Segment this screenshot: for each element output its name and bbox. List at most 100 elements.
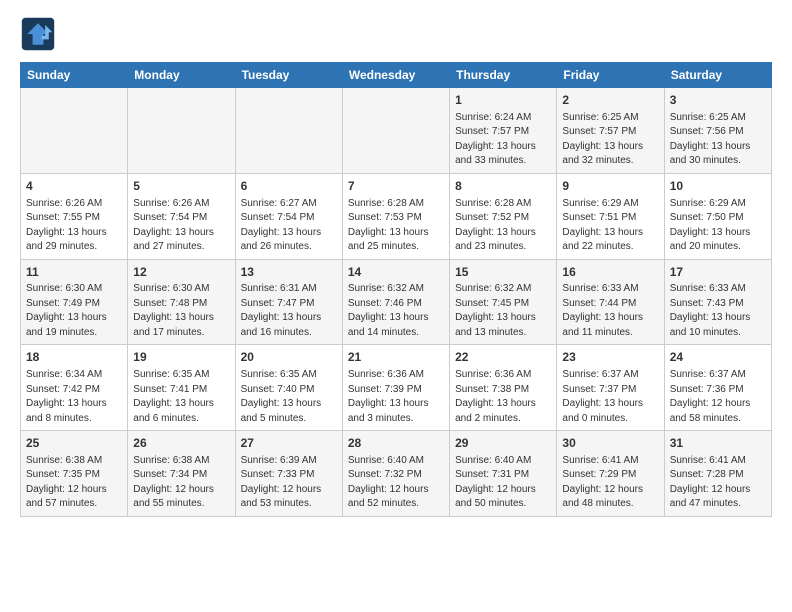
- day-content: Sunrise: 6:41 AM Sunset: 7:29 PM Dayligh…: [562, 454, 658, 512]
- calendar-cell: 8 Sunrise: 6:28 AM Sunset: 7:52 PM Daylig…: [450, 173, 557, 259]
- day-content: Sunrise: 6:30 AM Sunset: 7:48 PM Dayligh…: [133, 282, 229, 340]
- day-content: Sunrise: 6:25 AM Sunset: 7:57 PM Dayligh…: [562, 111, 658, 169]
- day-number: 11: [26, 264, 122, 281]
- col-header-sunday: Sunday: [21, 63, 128, 88]
- week-row-2: 4Sunrise: 6:26 AM Sunset: 7:55 PM Daylig…: [21, 173, 772, 259]
- day-content: Sunrise: 6:37 AM Sunset: 7:37 PM Dayligh…: [562, 368, 658, 426]
- day-content: Sunrise: 6:31 AM Sunset: 7:47 PM Dayligh…: [241, 282, 337, 340]
- day-content: Sunrise: 6:26 AM Sunset: 7:54 PM Dayligh…: [133, 197, 229, 255]
- day-content: Sunrise: 6:33 AM Sunset: 7:43 PM Dayligh…: [670, 282, 766, 340]
- day-content: Sunrise: 6:35 AM Sunset: 7:40 PM Dayligh…: [241, 368, 337, 426]
- calendar-cell: 30Sunrise: 6:41 AM Sunset: 7:29 PM Dayli…: [557, 431, 664, 517]
- day-number: 23: [562, 349, 658, 366]
- day-number: 19: [133, 349, 229, 366]
- calendar-cell: 23 Sunrise: 6:37 AM Sunset: 7:37 PM Dayli…: [557, 345, 664, 431]
- calendar-cell: 6 Sunrise: 6:27 AM Sunset: 7:54 PM Daylig…: [235, 173, 342, 259]
- calendar-cell: [342, 88, 449, 174]
- calendar-cell: 25Sunrise: 6:38 AM Sunset: 7:35 PM Dayli…: [21, 431, 128, 517]
- day-number: 9: [562, 178, 658, 195]
- day-number: 17: [670, 264, 766, 281]
- day-content: Sunrise: 6:29 AM Sunset: 7:51 PM Dayligh…: [562, 197, 658, 255]
- week-row-1: 1 Sunrise: 6:24 AM Sunset: 7:57 PM Daylig…: [21, 88, 772, 174]
- day-number: 8: [455, 178, 551, 195]
- day-number: 5: [133, 178, 229, 195]
- day-content: Sunrise: 6:40 AM Sunset: 7:31 PM Dayligh…: [455, 454, 551, 512]
- day-number: 10: [670, 178, 766, 195]
- calendar-cell: 11Sunrise: 6:30 AM Sunset: 7:49 PM Dayli…: [21, 259, 128, 345]
- day-content: Sunrise: 6:28 AM Sunset: 7:53 PM Dayligh…: [348, 197, 444, 255]
- calendar-cell: 2 Sunrise: 6:25 AM Sunset: 7:57 PM Daylig…: [557, 88, 664, 174]
- logo: [20, 16, 60, 52]
- col-header-thursday: Thursday: [450, 63, 557, 88]
- calendar-cell: 15Sunrise: 6:32 AM Sunset: 7:45 PM Dayli…: [450, 259, 557, 345]
- day-number: 13: [241, 264, 337, 281]
- day-content: Sunrise: 6:32 AM Sunset: 7:45 PM Dayligh…: [455, 282, 551, 340]
- day-content: Sunrise: 6:40 AM Sunset: 7:32 PM Dayligh…: [348, 454, 444, 512]
- day-number: 16: [562, 264, 658, 281]
- calendar-cell: 29 Sunrise: 6:40 AM Sunset: 7:31 PM Dayli…: [450, 431, 557, 517]
- day-number: 29: [455, 435, 551, 452]
- calendar-cell: 26 Sunrise: 6:38 AM Sunset: 7:34 PM Dayli…: [128, 431, 235, 517]
- day-content: Sunrise: 6:36 AM Sunset: 7:38 PM Dayligh…: [455, 368, 551, 426]
- day-number: 18: [26, 349, 122, 366]
- calendar-cell: 17Sunrise: 6:33 AM Sunset: 7:43 PM Dayli…: [664, 259, 771, 345]
- calendar-cell: [21, 88, 128, 174]
- day-number: 1: [455, 92, 551, 109]
- day-content: Sunrise: 6:39 AM Sunset: 7:33 PM Dayligh…: [241, 454, 337, 512]
- week-row-5: 25Sunrise: 6:38 AM Sunset: 7:35 PM Dayli…: [21, 431, 772, 517]
- col-header-wednesday: Wednesday: [342, 63, 449, 88]
- calendar-cell: 12Sunrise: 6:30 AM Sunset: 7:48 PM Dayli…: [128, 259, 235, 345]
- day-number: 15: [455, 264, 551, 281]
- calendar-cell: 1 Sunrise: 6:24 AM Sunset: 7:57 PM Daylig…: [450, 88, 557, 174]
- day-number: 22: [455, 349, 551, 366]
- day-number: 26: [133, 435, 229, 452]
- day-number: 20: [241, 349, 337, 366]
- calendar-cell: 9 Sunrise: 6:29 AM Sunset: 7:51 PM Daylig…: [557, 173, 664, 259]
- day-content: Sunrise: 6:34 AM Sunset: 7:42 PM Dayligh…: [26, 368, 122, 426]
- week-row-3: 11Sunrise: 6:30 AM Sunset: 7:49 PM Dayli…: [21, 259, 772, 345]
- day-number: 31: [670, 435, 766, 452]
- day-number: 28: [348, 435, 444, 452]
- calendar-cell: 21 Sunrise: 6:36 AM Sunset: 7:39 PM Dayli…: [342, 345, 449, 431]
- day-content: Sunrise: 6:27 AM Sunset: 7:54 PM Dayligh…: [241, 197, 337, 255]
- calendar-cell: 28 Sunrise: 6:40 AM Sunset: 7:32 PM Dayli…: [342, 431, 449, 517]
- calendar-table: SundayMondayTuesdayWednesdayThursdayFrid…: [20, 62, 772, 517]
- col-header-monday: Monday: [128, 63, 235, 88]
- col-header-saturday: Saturday: [664, 63, 771, 88]
- day-content: Sunrise: 6:41 AM Sunset: 7:28 PM Dayligh…: [670, 454, 766, 512]
- calendar-cell: 10 Sunrise: 6:29 AM Sunset: 7:50 PM Dayli…: [664, 173, 771, 259]
- day-number: 24: [670, 349, 766, 366]
- week-row-4: 18 Sunrise: 6:34 AM Sunset: 7:42 PM Dayli…: [21, 345, 772, 431]
- calendar-cell: [128, 88, 235, 174]
- day-number: 27: [241, 435, 337, 452]
- calendar-cell: 14Sunrise: 6:32 AM Sunset: 7:46 PM Dayli…: [342, 259, 449, 345]
- calendar-cell: 16Sunrise: 6:33 AM Sunset: 7:44 PM Dayli…: [557, 259, 664, 345]
- day-number: 21: [348, 349, 444, 366]
- day-content: Sunrise: 6:36 AM Sunset: 7:39 PM Dayligh…: [348, 368, 444, 426]
- day-number: 2: [562, 92, 658, 109]
- calendar-cell: 5 Sunrise: 6:26 AM Sunset: 7:54 PM Daylig…: [128, 173, 235, 259]
- calendar-cell: 27 Sunrise: 6:39 AM Sunset: 7:33 PM Dayli…: [235, 431, 342, 517]
- calendar-cell: 3 Sunrise: 6:25 AM Sunset: 7:56 PM Daylig…: [664, 88, 771, 174]
- day-content: Sunrise: 6:25 AM Sunset: 7:56 PM Dayligh…: [670, 111, 766, 169]
- day-number: 25: [26, 435, 122, 452]
- calendar-cell: 13Sunrise: 6:31 AM Sunset: 7:47 PM Dayli…: [235, 259, 342, 345]
- header: [20, 16, 772, 52]
- day-content: Sunrise: 6:28 AM Sunset: 7:52 PM Dayligh…: [455, 197, 551, 255]
- calendar-cell: 4Sunrise: 6:26 AM Sunset: 7:55 PM Daylig…: [21, 173, 128, 259]
- calendar-cell: 20 Sunrise: 6:35 AM Sunset: 7:40 PM Dayli…: [235, 345, 342, 431]
- day-number: 6: [241, 178, 337, 195]
- day-content: Sunrise: 6:29 AM Sunset: 7:50 PM Dayligh…: [670, 197, 766, 255]
- col-header-friday: Friday: [557, 63, 664, 88]
- calendar-cell: 31 Sunrise: 6:41 AM Sunset: 7:28 PM Dayli…: [664, 431, 771, 517]
- logo-icon: [20, 16, 56, 52]
- day-number: 14: [348, 264, 444, 281]
- calendar-cell: 19Sunrise: 6:35 AM Sunset: 7:41 PM Dayli…: [128, 345, 235, 431]
- day-content: Sunrise: 6:26 AM Sunset: 7:55 PM Dayligh…: [26, 197, 122, 255]
- day-number: 3: [670, 92, 766, 109]
- calendar-cell: 24Sunrise: 6:37 AM Sunset: 7:36 PM Dayli…: [664, 345, 771, 431]
- day-content: Sunrise: 6:24 AM Sunset: 7:57 PM Dayligh…: [455, 111, 551, 169]
- calendar-cell: 18 Sunrise: 6:34 AM Sunset: 7:42 PM Dayli…: [21, 345, 128, 431]
- day-content: Sunrise: 6:38 AM Sunset: 7:34 PM Dayligh…: [133, 454, 229, 512]
- calendar-cell: 22 Sunrise: 6:36 AM Sunset: 7:38 PM Dayli…: [450, 345, 557, 431]
